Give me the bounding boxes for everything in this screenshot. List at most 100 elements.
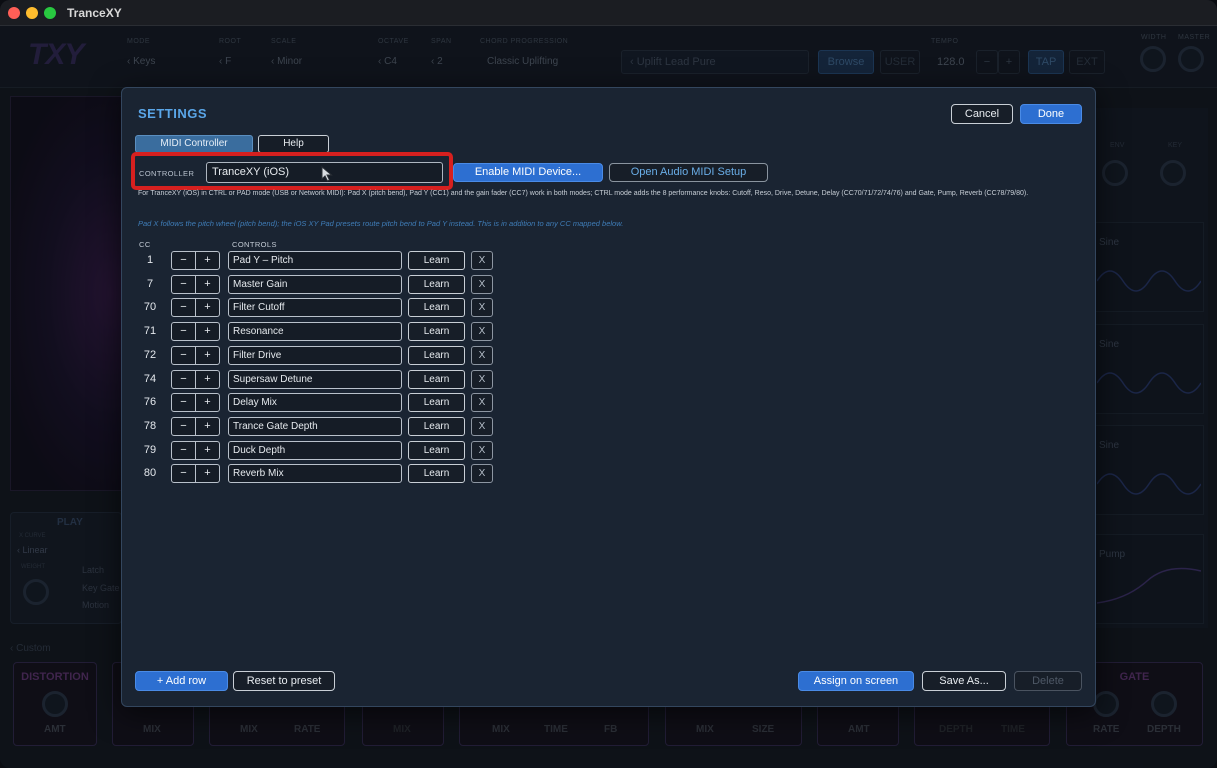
learn-button[interactable]: Learn: [408, 464, 465, 484]
cancel-button[interactable]: Cancel: [951, 104, 1013, 124]
learn-button[interactable]: Learn: [408, 369, 465, 389]
cc-stepper: − +: [171, 440, 220, 460]
cc-decrement-button[interactable]: −: [172, 394, 195, 411]
cc-column-header: CC: [139, 240, 151, 249]
cc-decrement-button[interactable]: −: [172, 465, 195, 482]
cc-increment-button[interactable]: +: [195, 346, 219, 364]
cc-number: 74: [143, 372, 157, 385]
learn-button[interactable]: Learn: [408, 251, 465, 270]
cc-decrement-button[interactable]: −: [172, 347, 195, 364]
cc-stepper: − +: [171, 393, 220, 413]
cc-decrement-button[interactable]: −: [172, 418, 195, 435]
close-window-button[interactable]: [8, 7, 20, 19]
open-audio-midi-setup-button[interactable]: Open Audio MIDI Setup: [609, 163, 768, 182]
remove-row-button[interactable]: X: [471, 369, 493, 389]
cc-decrement-button[interactable]: −: [172, 299, 195, 316]
control-selector[interactable]: Filter Drive: [228, 345, 402, 365]
cc-decrement-button[interactable]: −: [172, 371, 195, 388]
remove-row-button[interactable]: X: [471, 322, 493, 342]
controller-label: CONTROLLER: [139, 169, 195, 178]
cc-number: 1: [146, 254, 154, 266]
cc-number: 7: [146, 277, 154, 290]
cc-increment-button[interactable]: +: [195, 252, 219, 269]
cc-decrement-button[interactable]: −: [172, 323, 195, 340]
control-selector[interactable]: Pad Y – Pitch: [228, 251, 402, 270]
cc-stepper: − +: [171, 322, 220, 342]
tab-help[interactable]: Help: [258, 135, 329, 153]
enable-midi-device-button[interactable]: Enable MIDI Device...: [453, 163, 603, 182]
remove-row-button[interactable]: X: [471, 345, 493, 365]
cc-increment-button[interactable]: +: [195, 394, 219, 412]
remove-row-button[interactable]: X: [471, 416, 493, 436]
remove-row-button[interactable]: X: [471, 251, 493, 270]
control-selector[interactable]: Trance Gate Depth: [228, 416, 402, 436]
maximize-window-button[interactable]: [44, 7, 56, 19]
minimize-window-button[interactable]: [26, 7, 38, 19]
learn-button[interactable]: Learn: [408, 345, 465, 365]
mouse-cursor-icon: [321, 166, 333, 182]
remove-row-button[interactable]: X: [471, 274, 493, 294]
remove-row-button[interactable]: X: [471, 393, 493, 413]
cc-increment-button[interactable]: +: [195, 441, 219, 459]
title-bar: TranceXY: [0, 0, 1217, 26]
tab-midi-controller[interactable]: MIDI Controller: [135, 135, 253, 153]
learn-button[interactable]: Learn: [408, 416, 465, 436]
app-window: TranceXY TXY MODE ‹ Keys ROOT ‹ F SCALE …: [0, 0, 1217, 768]
cc-stepper: − +: [171, 464, 220, 484]
reset-to-preset-button[interactable]: Reset to preset: [233, 671, 335, 691]
remove-row-button[interactable]: X: [471, 440, 493, 460]
control-selector[interactable]: Duck Depth: [228, 440, 402, 460]
control-selector[interactable]: Delay Mix: [228, 393, 402, 413]
cc-number: 79: [143, 443, 157, 456]
table-row: 71 − + Resonance Learn X: [122, 322, 522, 342]
learn-button[interactable]: Learn: [408, 393, 465, 413]
table-row: 78 − + Trance Gate Depth Learn X: [122, 416, 522, 437]
cc-increment-button[interactable]: +: [195, 370, 219, 388]
cc-number: 78: [143, 419, 157, 432]
pitch-bend-note: Pad X follows the pitch wheel (pitch ben…: [138, 219, 624, 228]
control-selector[interactable]: Supersaw Detune: [228, 369, 402, 389]
table-row: 79 − + Duck Depth Learn X: [122, 440, 522, 461]
cc-number: 70: [143, 301, 157, 314]
assign-on-screen-button[interactable]: Assign on screen: [798, 671, 914, 691]
learn-button[interactable]: Learn: [408, 322, 465, 342]
cc-increment-button[interactable]: +: [195, 323, 219, 341]
table-row: 7 − + Master Gain Learn X: [122, 274, 522, 295]
learn-button[interactable]: Learn: [408, 440, 465, 460]
controls-column-header: CONTROLS: [232, 240, 277, 249]
remove-row-button[interactable]: X: [471, 298, 493, 318]
cc-stepper: − +: [171, 345, 220, 365]
cc-decrement-button[interactable]: −: [172, 252, 195, 269]
done-button[interactable]: Done: [1020, 104, 1082, 124]
table-row: 76 − + Delay Mix Learn X: [122, 393, 522, 413]
cc-stepper: − +: [171, 274, 220, 294]
cc-increment-button[interactable]: +: [195, 417, 219, 435]
cc-number: 72: [143, 348, 157, 361]
cc-increment-button[interactable]: +: [195, 299, 219, 317]
save-as-button[interactable]: Save As...: [922, 671, 1006, 691]
settings-dialog: SETTINGS Cancel Done MIDI Controller Hel…: [121, 87, 1096, 707]
remove-row-button[interactable]: X: [471, 464, 493, 484]
cc-decrement-button[interactable]: −: [172, 442, 195, 459]
control-selector[interactable]: Resonance: [228, 322, 402, 342]
cc-stepper: − +: [171, 298, 220, 318]
table-row: 80 − + Reverb Mix Learn X: [122, 464, 522, 484]
table-row: 74 − + Supersaw Detune Learn X: [122, 369, 522, 390]
table-row: 70 − + Filter Cutoff Learn X: [122, 298, 522, 318]
control-selector[interactable]: Master Gain: [228, 274, 402, 294]
control-selector[interactable]: Reverb Mix: [228, 464, 402, 484]
cc-number: 76: [143, 396, 157, 409]
add-row-button[interactable]: + Add row: [135, 671, 228, 691]
cc-increment-button[interactable]: +: [195, 465, 219, 483]
settings-title: SETTINGS: [138, 106, 208, 121]
learn-button[interactable]: Learn: [408, 298, 465, 318]
window-title: TranceXY: [67, 6, 122, 20]
cc-decrement-button[interactable]: −: [172, 276, 195, 293]
cc-number: 80: [143, 467, 157, 480]
cc-number: 71: [143, 325, 157, 338]
learn-button[interactable]: Learn: [408, 274, 465, 294]
control-selector[interactable]: Filter Cutoff: [228, 298, 402, 318]
delete-button: Delete: [1014, 671, 1082, 691]
cc-increment-button[interactable]: +: [195, 275, 219, 293]
table-row: 72 − + Filter Drive Learn X: [122, 345, 522, 366]
